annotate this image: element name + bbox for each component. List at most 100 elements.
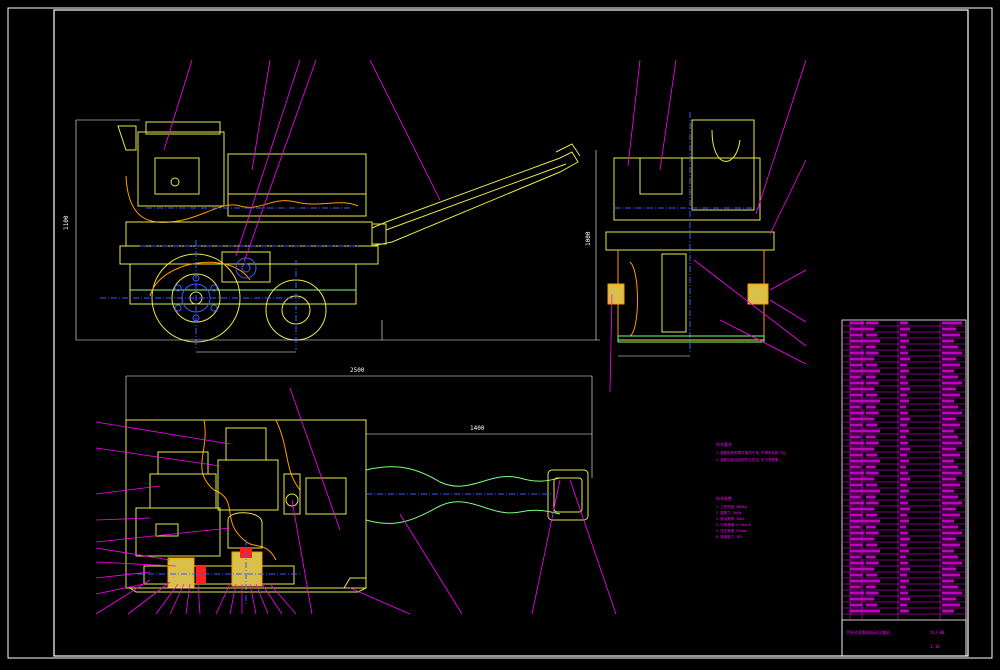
bom-cell-entry	[942, 465, 958, 469]
bom-cell-entry	[942, 327, 956, 331]
bom-cell-entry	[942, 429, 954, 433]
bom-cell-entry	[850, 573, 863, 577]
bom-cell-entry	[942, 477, 956, 481]
bom-cell-entry	[866, 453, 878, 457]
bom-cell-entry	[900, 339, 909, 343]
fuel-tank	[227, 153, 367, 217]
drum-shaft-section	[143, 565, 295, 585]
bom-cell-entry	[900, 579, 909, 583]
bom-cell-entry	[866, 339, 880, 343]
bom-cell-entry	[850, 537, 868, 541]
bom-cell-entry	[900, 573, 907, 577]
bom-cell-entry	[900, 393, 907, 397]
side-drum	[617, 249, 765, 341]
title-block-drawing-no: YLJ-00	[930, 630, 945, 635]
bom-cell-entry	[900, 537, 910, 541]
bom-cell-entry	[866, 333, 878, 337]
bom-cell-entry	[942, 507, 956, 511]
bom-cell-entry	[900, 501, 908, 505]
bom-cell-entry	[942, 489, 954, 493]
bom-cell-entry	[900, 357, 910, 361]
bom-cell-entry	[900, 345, 906, 349]
bom-cell-entry	[900, 447, 910, 451]
bom-cell-entry	[900, 603, 907, 607]
bom-cell-entry	[850, 399, 867, 403]
bom-cell-entry	[900, 465, 906, 469]
bom-cell-entry	[942, 345, 958, 349]
bom-cell-entry	[942, 453, 960, 457]
bom-cell-entry	[866, 525, 876, 529]
bom-cell-entry	[942, 519, 954, 523]
bom-cell-entry	[866, 417, 875, 421]
bom-cell-entry	[942, 393, 960, 397]
title-block: 手扶式双钢轮振动压路机 YLJ-00 1:10	[841, 619, 967, 657]
bom-cell-entry	[850, 513, 863, 517]
bom-cell-entry	[866, 579, 880, 583]
bom-cell-entry	[866, 477, 875, 481]
bom-cell-entry	[850, 435, 861, 439]
bom-cell-entry	[866, 471, 879, 475]
dim-handle-length: 1400	[470, 425, 485, 432]
bom-cell-entry	[942, 531, 962, 535]
bom-cell-entry	[866, 597, 875, 601]
bom-cell-entry	[900, 471, 908, 475]
bom-cell-entry	[850, 477, 868, 481]
bom-cell-entry	[942, 609, 954, 613]
bom-cell-entry	[866, 399, 880, 403]
bom-cell-entry	[866, 393, 878, 397]
bom-cell-entry	[866, 501, 879, 505]
bom-cell-entry	[942, 585, 958, 589]
bom-cell-entry	[866, 351, 879, 355]
bom-cell-entry	[942, 357, 956, 361]
bom-cell-entry	[942, 321, 962, 325]
bom-cell-entry	[900, 351, 908, 355]
assembly-drawing-canvas: 1100 1000 2500 1400 技术要求 1.装配前所有零件清洗干净,不…	[7, 7, 993, 659]
notes-2-heading: 技术参数	[716, 495, 732, 501]
side-view	[605, 59, 807, 393]
bom-cell-entry	[850, 345, 861, 349]
bom-cell-entry	[942, 555, 958, 559]
bom-cell-entry	[900, 411, 908, 415]
bom-cell-entry	[866, 549, 880, 553]
bom-cell-entry	[900, 441, 908, 445]
bom-cell-entry	[866, 561, 879, 565]
engine-housing	[137, 131, 225, 207]
bom-cell-entry	[866, 543, 878, 547]
bom-cell-entry	[900, 561, 908, 565]
bom-cell-entry	[900, 591, 908, 595]
front-view: 1100 1000	[63, 59, 600, 353]
side-engine	[613, 157, 761, 221]
bom-cell-entry	[900, 375, 906, 379]
bom-cell-entry	[942, 399, 954, 403]
bom-cell-entry	[850, 459, 867, 463]
bom-cell-entry	[866, 483, 878, 487]
bom-cell-entry	[850, 567, 868, 571]
bom-cell-entry	[900, 495, 906, 499]
bom-cell-entry	[866, 429, 880, 433]
bom-cell-entry	[866, 321, 879, 325]
bom-cell-entry	[850, 489, 867, 493]
bom-cell-entry	[866, 375, 876, 379]
bom-cell-entry	[850, 483, 863, 487]
notes-2-line: 4.行驶速度 0-4km/h	[716, 522, 751, 527]
bom-cell-entry	[850, 519, 867, 523]
notes-2-line: 2.激振力 20kN	[716, 510, 741, 515]
bom-cell-entry	[866, 441, 879, 445]
bom-cell-entry	[942, 435, 958, 439]
bom-cell-entry	[942, 441, 962, 445]
bom-cell-entry	[900, 429, 909, 433]
notes-1-line: 1.装配前所有零件清洗干净,不得有毛刺飞边。	[716, 450, 789, 455]
bom-cell-entry	[900, 321, 908, 325]
notes-1-heading: 技术要求	[716, 441, 732, 447]
bom-cell-entry	[850, 375, 861, 379]
bom-cell-entry	[866, 555, 876, 559]
bom-cell-entry	[866, 519, 880, 523]
bom-cell-entry	[866, 603, 878, 607]
bom-cell-entry	[942, 501, 962, 505]
bom-cell-entry	[900, 423, 907, 427]
title-block-scale: 1:10	[930, 644, 940, 649]
bom-cell-entry	[850, 525, 861, 529]
bom-cell-entry	[900, 513, 907, 517]
bom-cell-entry	[866, 585, 876, 589]
bom-cell-entry	[850, 597, 868, 601]
